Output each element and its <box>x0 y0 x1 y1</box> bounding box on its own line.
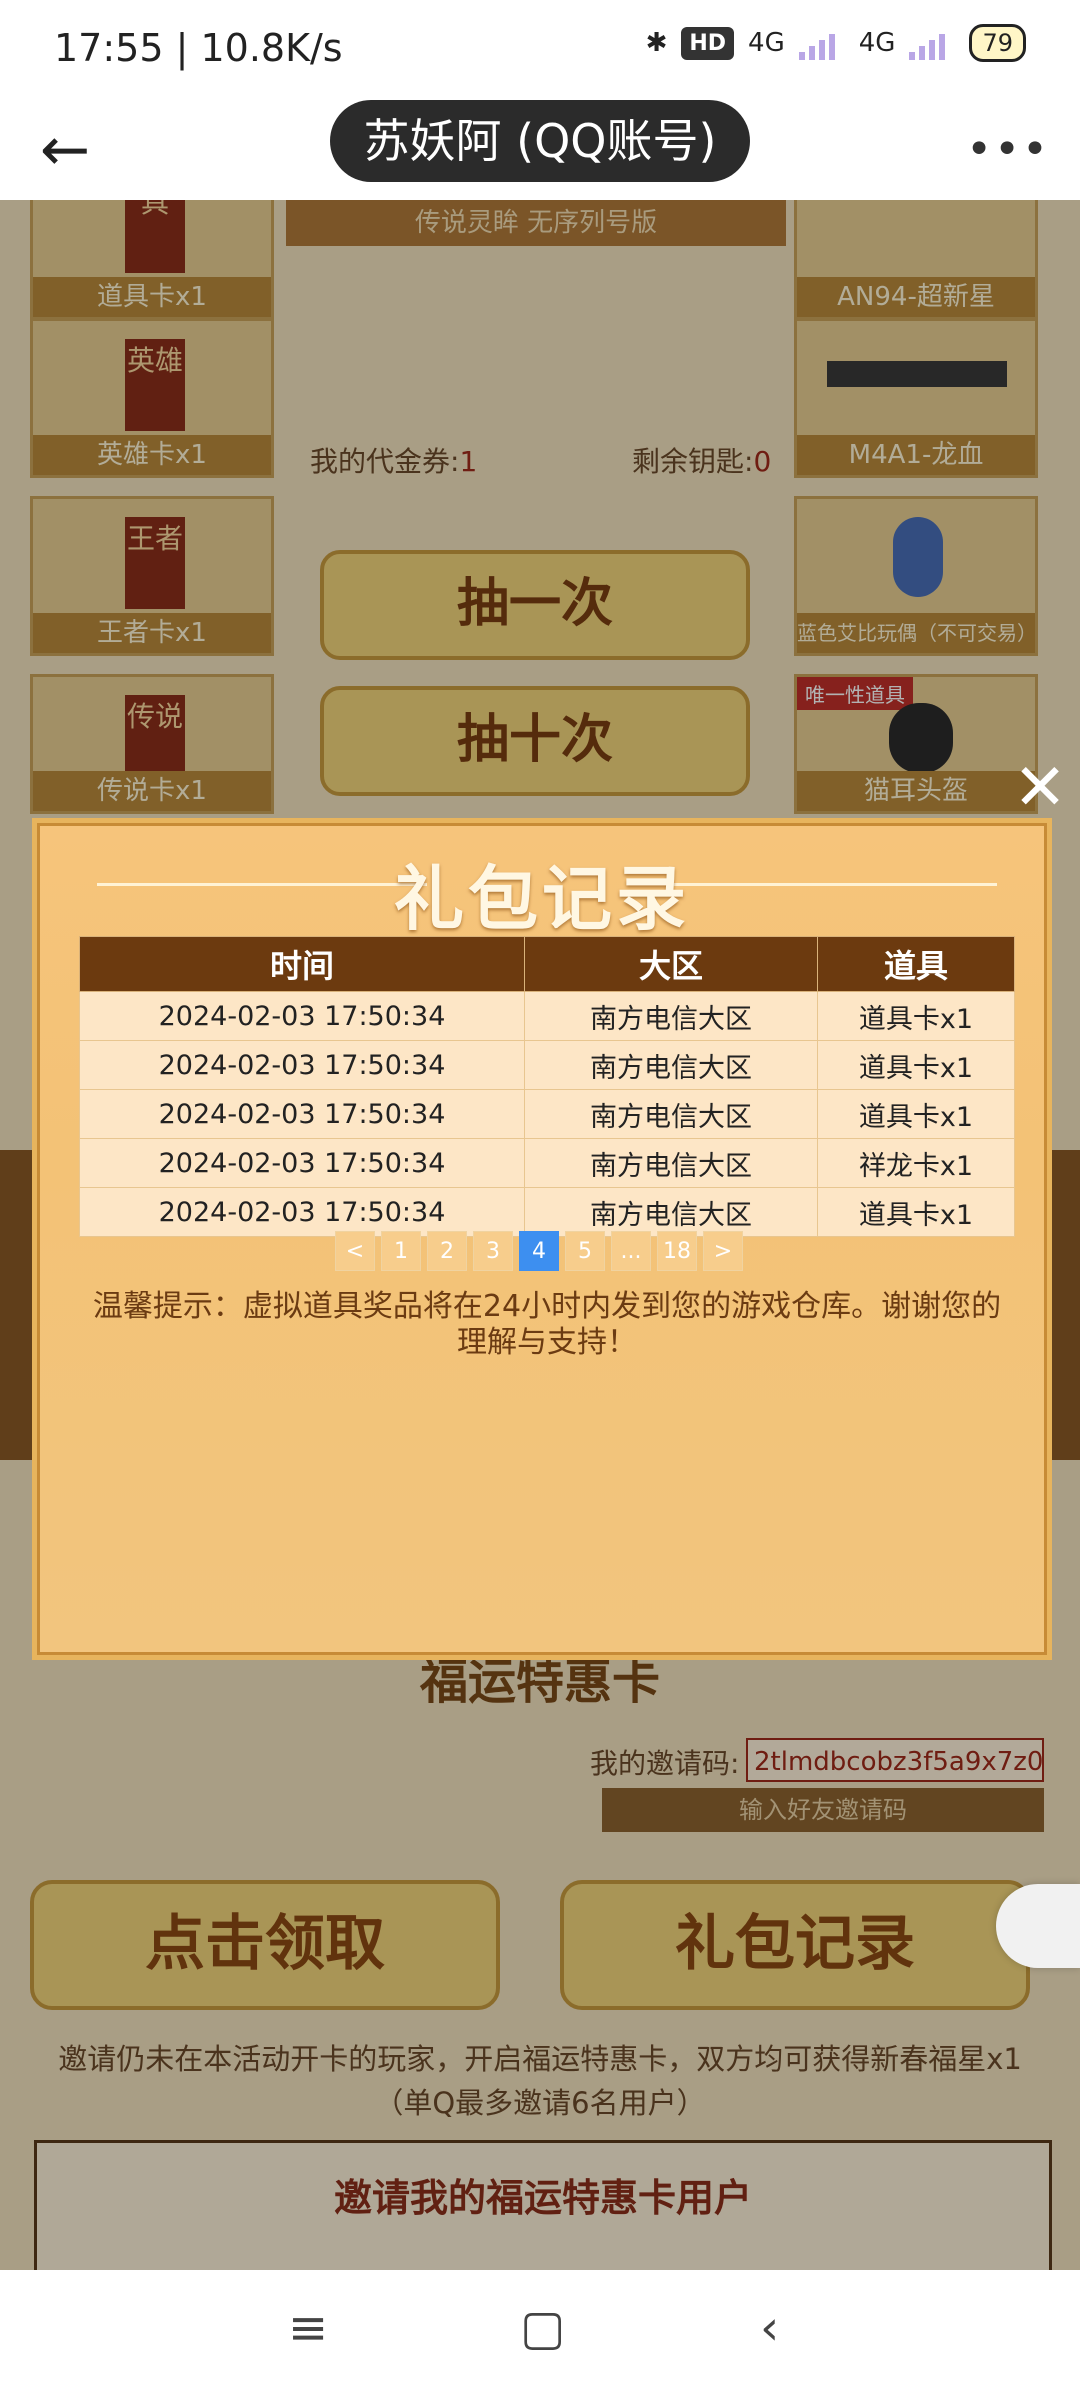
page-button-2[interactable]: 2 <box>427 1231 467 1271</box>
floating-message-icon[interactable] <box>996 1884 1080 1968</box>
cell-time: 2024-02-03 17:50:34 <box>79 991 525 1041</box>
modal-title: 礼包记录 <box>394 858 690 940</box>
system-nav-bar: ≡ ▢ ‹ <box>0 2270 1080 2400</box>
home-square-icon[interactable]: ▢ <box>520 2300 565 2356</box>
title-bar: ← 苏妖阿 (QQ账号) ••• <box>0 100 1080 200</box>
cell-region: 南方电信大区 <box>524 1187 818 1237</box>
table-row: 2024-02-03 17:50:34 南方电信大区 祥龙卡x1 <box>79 1138 1015 1188</box>
page-button-4-current[interactable]: 4 <box>519 1231 559 1271</box>
cell-region: 南方电信大区 <box>524 991 818 1041</box>
column-header-time: 时间 <box>79 936 525 992</box>
cell-item: 道具卡x1 <box>817 1089 1015 1139</box>
cell-region: 南方电信大区 <box>524 1040 818 1090</box>
table-row: 2024-02-03 17:50:34 南方电信大区 道具卡x1 <box>79 1089 1015 1139</box>
page-button-1[interactable]: 1 <box>381 1231 421 1271</box>
cell-item: 道具卡x1 <box>817 1040 1015 1090</box>
close-icon[interactable]: ✕ <box>1010 756 1070 820</box>
column-header-region: 大区 <box>524 936 818 992</box>
warm-tip: 温馨提示：虚拟道具奖品将在24小时内发到您的游戏仓库。谢谢您的理解与支持！ <box>92 1289 1002 1360</box>
cell-item: 祥龙卡x1 <box>817 1138 1015 1188</box>
more-dots-icon[interactable]: ••• <box>966 124 1050 175</box>
hd-badge: HD <box>681 26 735 60</box>
prev-page-button[interactable]: < <box>335 1231 375 1271</box>
status-bar: 17:55 | 10.8K/s ✱ HD 4G 4G 79 <box>0 0 1080 100</box>
status-time: 17:55 | 10.8K/s <box>54 26 343 70</box>
menu-icon[interactable]: ≡ <box>288 2300 328 2356</box>
back-arrow-icon[interactable]: ← <box>30 118 100 188</box>
page-button-5[interactable]: 5 <box>565 1231 605 1271</box>
signal-icon <box>909 26 955 60</box>
cell-item: 道具卡x1 <box>817 991 1015 1041</box>
battery-indicator: 79 <box>969 24 1026 62</box>
page-button-3[interactable]: 3 <box>473 1231 513 1271</box>
bluetooth-icon: ✱ <box>645 28 668 58</box>
table-row: 2024-02-03 17:50:34 南方电信大区 道具卡x1 <box>79 1040 1015 1090</box>
record-table: 时间 大区 道具 2024-02-03 17:50:34 南方电信大区 道具卡x… <box>79 936 1015 1237</box>
cell-time: 2024-02-03 17:50:34 <box>79 1040 525 1090</box>
next-page-button[interactable]: > <box>703 1231 743 1271</box>
page-title: 苏妖阿 (QQ账号) <box>330 100 750 182</box>
page-button-18[interactable]: 18 <box>657 1231 697 1271</box>
cell-item: 道具卡x1 <box>817 1187 1015 1237</box>
back-chevron-icon[interactable]: ‹ <box>760 2300 779 2356</box>
signal-icon <box>798 26 845 60</box>
network-label-2: 4G <box>858 28 896 58</box>
network-label-1: 4G <box>748 28 785 58</box>
cell-time: 2024-02-03 17:50:34 <box>79 1138 525 1188</box>
table-row: 2024-02-03 17:50:34 南方电信大区 道具卡x1 <box>79 991 1015 1041</box>
gift-record-modal: 礼包记录 时间 大区 道具 2024-02-03 17:50:34 南方电信大区… <box>32 818 1052 1660</box>
page-ellipsis: ... <box>611 1231 651 1271</box>
cell-region: 南方电信大区 <box>524 1138 818 1188</box>
table-row: 2024-02-03 17:50:34 南方电信大区 道具卡x1 <box>79 1187 1015 1237</box>
cell-time: 2024-02-03 17:50:34 <box>79 1187 525 1237</box>
table-header-row: 时间 大区 道具 <box>79 936 1015 992</box>
pagination: < 1 2 3 4 5 ... 18 > <box>335 1231 743 1271</box>
column-header-item: 道具 <box>817 936 1015 992</box>
cell-time: 2024-02-03 17:50:34 <box>79 1089 525 1139</box>
cell-region: 南方电信大区 <box>524 1089 818 1139</box>
status-icons: ✱ HD 4G 4G 79 <box>646 24 1026 62</box>
